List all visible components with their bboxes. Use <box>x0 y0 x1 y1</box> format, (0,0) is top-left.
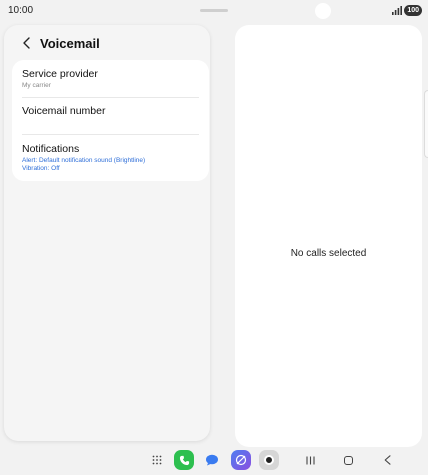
signal-icon <box>392 6 403 15</box>
notification-alert-detail: Alert: Default notification sound (Brigh… <box>22 157 146 164</box>
empty-state-text: No calls selected <box>290 248 367 259</box>
recent-apps-button[interactable] <box>303 454 317 466</box>
status-time: 10:00 <box>8 5 34 16</box>
voicemail-settings-pane: Voicemail Service provider My carrier Vo… <box>4 25 210 441</box>
phone-app-icon[interactable] <box>174 450 194 470</box>
back-nav-button[interactable] <box>380 454 394 466</box>
home-icon <box>343 455 353 465</box>
home-button[interactable] <box>341 454 355 466</box>
setting-voicemail-number[interactable]: Voicemail number <box>22 105 199 117</box>
camera-cutout <box>315 3 331 19</box>
notification-vibration-detail: Vibration: Off <box>22 165 60 172</box>
status-icons: 100 <box>392 5 422 16</box>
setting-title: Voicemail number <box>22 105 106 117</box>
setting-notifications[interactable]: Notifications Alert: Default notificatio… <box>22 143 199 172</box>
page-header: Voicemail <box>4 25 210 61</box>
divider <box>22 97 199 98</box>
setting-subtitle: My carrier <box>22 82 51 89</box>
taskbar <box>0 448 428 475</box>
recent-apps-icon <box>305 456 315 464</box>
setting-title: Service provider <box>22 68 98 80</box>
divider <box>22 134 199 135</box>
setting-title: Notifications <box>22 143 80 155</box>
internet-app-icon[interactable] <box>231 450 251 470</box>
call-detail-pane: No calls selected <box>235 25 422 447</box>
page-title: Voicemail <box>40 36 100 51</box>
setting-service-provider[interactable]: Service provider My carrier <box>22 68 199 89</box>
messages-app-icon[interactable] <box>202 450 222 470</box>
status-bar: 10:00 100 <box>0 0 428 22</box>
back-icon <box>384 455 391 465</box>
battery-icon: 100 <box>404 5 422 16</box>
apps-grid-icon[interactable] <box>150 453 164 467</box>
camera-app-icon[interactable] <box>259 450 279 470</box>
chevron-left-icon <box>22 37 30 49</box>
back-button[interactable] <box>18 34 34 52</box>
settings-card: Service provider My carrier Voicemail nu… <box>12 60 209 181</box>
camera-lens-icon <box>264 455 274 465</box>
edge-panel-handle[interactable] <box>424 90 428 158</box>
fold-handle <box>200 9 228 12</box>
